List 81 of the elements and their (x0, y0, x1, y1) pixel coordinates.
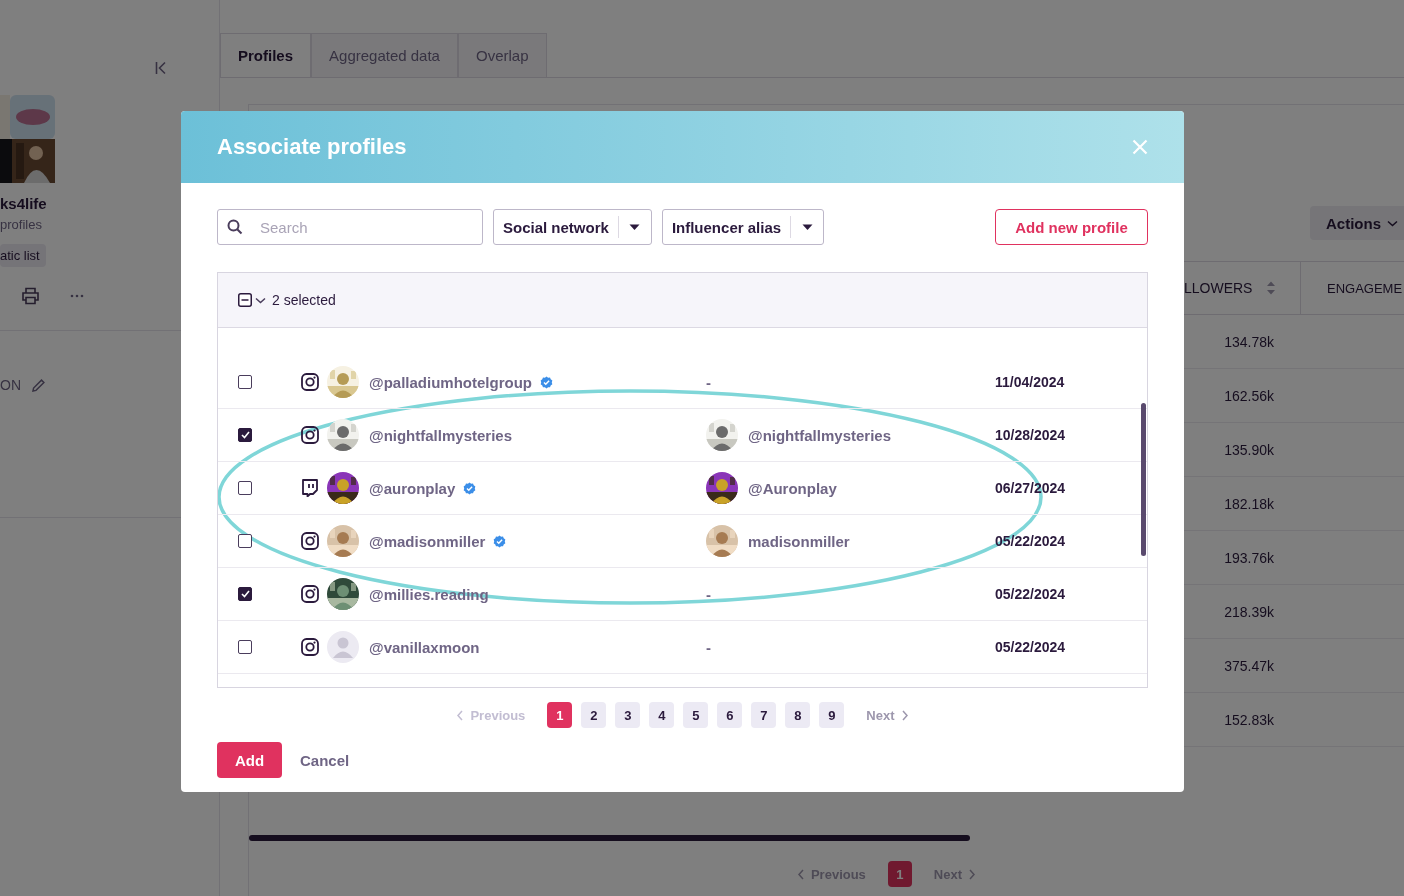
dialog-title: Associate profiles (217, 134, 407, 160)
default-avatar-icon (327, 631, 359, 663)
influencer-alias: @Auronplay (748, 479, 837, 497)
instagram-icon (301, 585, 319, 603)
filter-dropdown[interactable]: Social network (493, 209, 652, 245)
instagram-icon (301, 638, 319, 656)
checkbox[interactable] (238, 534, 252, 548)
checkbox[interactable] (238, 640, 252, 654)
table-cell-text: 162.56k (1223, 387, 1275, 404)
pencil-icon[interactable] (31, 377, 46, 393)
list-type-tag: atic list (0, 244, 46, 267)
date-cell: 05/22/2024 (995, 639, 1066, 655)
search-icon (227, 219, 243, 235)
chevron-right-icon (900, 709, 909, 721)
next-link[interactable]: Next (866, 707, 909, 723)
profile-handle: @nightfallmysteries (369, 426, 512, 444)
scrollbar-thumb[interactable] (1141, 403, 1146, 556)
cancel-button[interactable]: Cancel (300, 751, 350, 769)
instagram-icon (301, 373, 319, 391)
sort-icon[interactable] (1266, 280, 1277, 296)
list-name: ks4life (0, 195, 48, 212)
add-button[interactable]: Add (217, 742, 282, 778)
profile-handle: @vanillaxmoon (369, 638, 480, 656)
instagram-icon (301, 532, 319, 550)
caret-icon (629, 223, 641, 231)
tab[interactable]: Overlap (457, 33, 547, 77)
influencer-alias: - (706, 373, 711, 391)
twitch-icon (301, 479, 319, 497)
page-button[interactable]: 2 (581, 702, 607, 728)
printer-icon[interactable] (21, 287, 40, 305)
page-button[interactable]: 8 (785, 702, 811, 728)
date-cell: 11/04/2024 (995, 374, 1065, 390)
select-all-checkbox[interactable] (238, 293, 266, 307)
actions-button[interactable]: Actions (1310, 206, 1404, 240)
influencer-alias: @nightfallmysteries (748, 426, 891, 444)
page-button[interactable]: 9 (819, 702, 845, 728)
more-icon[interactable] (70, 294, 84, 298)
add-new-profile-button[interactable]: Add new profile (995, 209, 1148, 245)
influencer-alias: - (706, 638, 711, 656)
instagram-icon (301, 426, 319, 444)
page-button[interactable]: 7 (751, 702, 777, 728)
table-cell-text: 152.83k (1223, 711, 1275, 728)
table-cell-text: 193.76k (1223, 549, 1275, 566)
selection-count: 2 selected (272, 292, 336, 308)
chevron-right-icon (968, 868, 977, 880)
tab[interactable]: Profiles (220, 33, 312, 77)
scrollbar-thumb[interactable] (249, 835, 970, 841)
chevron-left-icon (796, 868, 805, 880)
collapse-icon[interactable] (155, 61, 167, 75)
profile-handle: @millies.reading (369, 585, 489, 603)
table-cell-text: 135.90k (1223, 441, 1275, 458)
influencer-alias: - (706, 585, 711, 603)
chevron-left-icon (456, 709, 465, 721)
column-header: ENGAGEME (1300, 262, 1404, 314)
influencer-alias: madisonmiller (748, 532, 850, 550)
profile-handle: @auronplay (369, 479, 456, 497)
page-button[interactable]: 6 (717, 702, 743, 728)
search-field[interactable]: Search (217, 209, 483, 245)
tab[interactable]: Aggregated data (311, 33, 458, 77)
table-cell-text: 218.39k (1223, 603, 1275, 620)
checkbox[interactable] (238, 428, 252, 442)
date-cell: 10/28/2024 (995, 427, 1066, 443)
table-cell-text: 134.78k (1223, 333, 1275, 350)
profile-count: profiles (0, 217, 43, 232)
checkbox[interactable] (238, 375, 252, 389)
checkbox[interactable] (238, 587, 252, 601)
column-header: LLOWERS (1184, 280, 1253, 296)
table-cell-text: 375.47k (1223, 657, 1275, 674)
checkbox[interactable] (238, 481, 252, 495)
date-cell: 05/22/2024 (995, 586, 1066, 602)
filter-dropdown[interactable]: Influencer alias (661, 209, 825, 245)
profile-handle: @palladiumhotelgroup (369, 373, 532, 391)
table-cell-text: 182.18k (1223, 495, 1275, 512)
caret-icon (801, 223, 813, 231)
page-button[interactable]: 3 (615, 702, 641, 728)
page-button[interactable]: 5 (683, 702, 709, 728)
section-label: ON (0, 377, 21, 393)
page-button[interactable]: 4 (649, 702, 675, 728)
page-button[interactable]: 1 (887, 861, 912, 887)
profile-handle: @madisonmiller (369, 532, 486, 550)
page-button[interactable]: 1 (547, 702, 573, 728)
